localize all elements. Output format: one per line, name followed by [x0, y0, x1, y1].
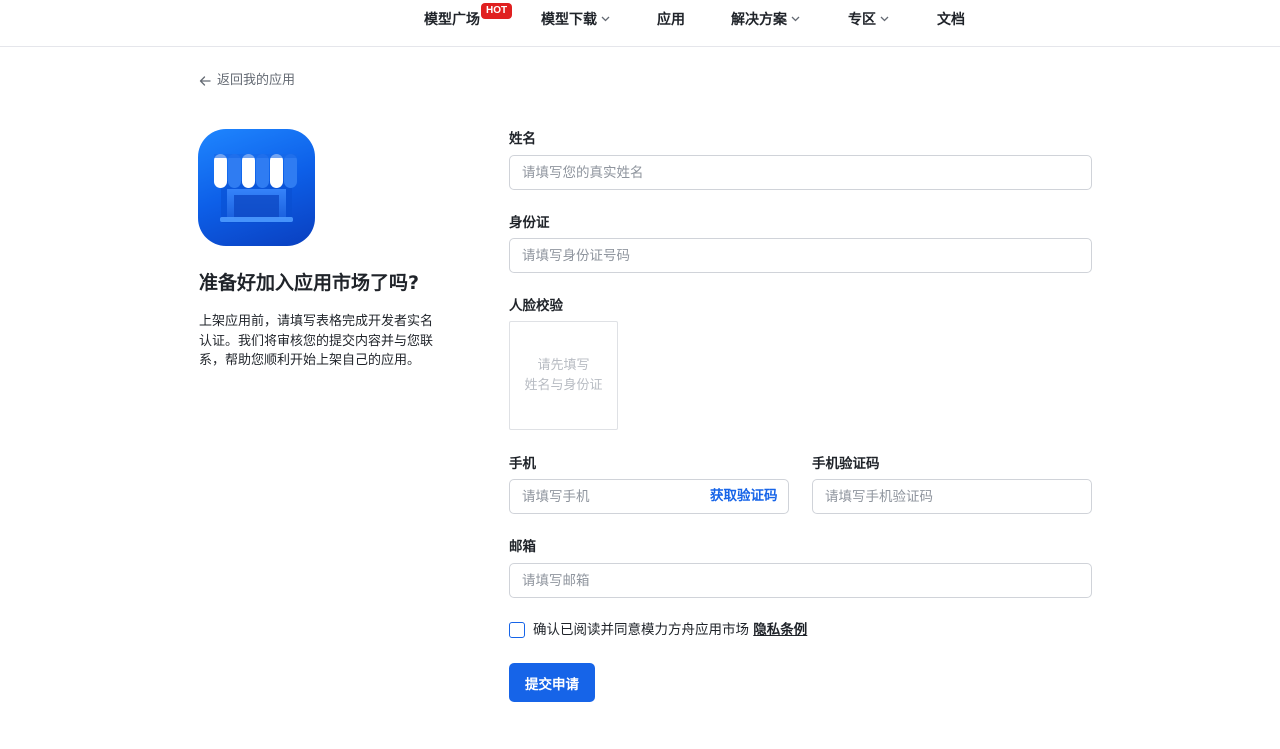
- agreement-text: 确认已阅读并同意模力方舟应用市场 隐私条例: [533, 621, 807, 639]
- nav-item-docs[interactable]: 文档: [937, 0, 965, 40]
- face-check-label: 人脸校验: [509, 298, 563, 314]
- sms-code-input[interactable]: [812, 479, 1092, 514]
- nav-item-label: 模型广场: [424, 12, 480, 28]
- phone-label: 手机: [509, 456, 536, 472]
- nav-item-label: 解决方案: [731, 12, 787, 28]
- get-code-button[interactable]: 获取验证码: [710, 487, 778, 505]
- hot-badge: HOT: [481, 3, 513, 19]
- chevron-down-icon: [791, 0, 800, 38]
- name-input[interactable]: [509, 155, 1092, 190]
- chevron-down-icon: [601, 0, 610, 38]
- agreement-checkbox[interactable]: [509, 622, 525, 638]
- email-input[interactable]: [509, 563, 1092, 598]
- nav-item-label: 模型下载: [541, 12, 597, 28]
- arrow-left-icon: [199, 76, 211, 86]
- agreement-label: 确认已阅读并同意模力方舟应用市场: [533, 622, 754, 638]
- nav-item-label: 专区: [848, 12, 876, 28]
- nav-item-model-download[interactable]: 模型下载: [541, 0, 610, 40]
- intro-description: 上架应用前，请填写表格完成开发者实名认证。我们将审核您的提交内容并与您联系，帮助…: [199, 314, 434, 368]
- email-label: 邮箱: [509, 539, 536, 555]
- privacy-policy-link[interactable]: 隐私条例: [753, 622, 807, 638]
- nav-item-label: 文档: [937, 12, 965, 28]
- nav-item-solutions[interactable]: 解决方案: [731, 0, 800, 40]
- name-label: 姓名: [509, 131, 536, 147]
- id-card-input[interactable]: [509, 238, 1092, 273]
- back-link[interactable]: 返回我的应用: [199, 72, 295, 90]
- face-check-hint-line1: 请先填写: [537, 358, 590, 373]
- submit-button[interactable]: 提交申请: [509, 663, 595, 702]
- storefront-icon: [198, 129, 315, 246]
- nav-item-apps[interactable]: 应用: [657, 0, 685, 40]
- nav-item-zones[interactable]: 专区: [848, 0, 889, 40]
- face-check-box[interactable]: 请先填写 姓名与身份证: [509, 321, 618, 430]
- sms-code-label: 手机验证码: [812, 456, 880, 472]
- face-check-hint-line2: 姓名与身份证: [524, 377, 603, 393]
- top-nav: 模型广场 HOT 模型下载 应用 解决方案 专区 文档: [0, 0, 1280, 47]
- page-headline: 准备好加入应用市场了吗?: [199, 272, 420, 294]
- back-link-label: 返回我的应用: [217, 73, 296, 88]
- id-card-label: 身份证: [509, 215, 550, 231]
- nav-item-model-square[interactable]: 模型广场: [424, 0, 480, 40]
- chevron-down-icon: [880, 0, 889, 38]
- nav-item-label: 应用: [657, 12, 685, 28]
